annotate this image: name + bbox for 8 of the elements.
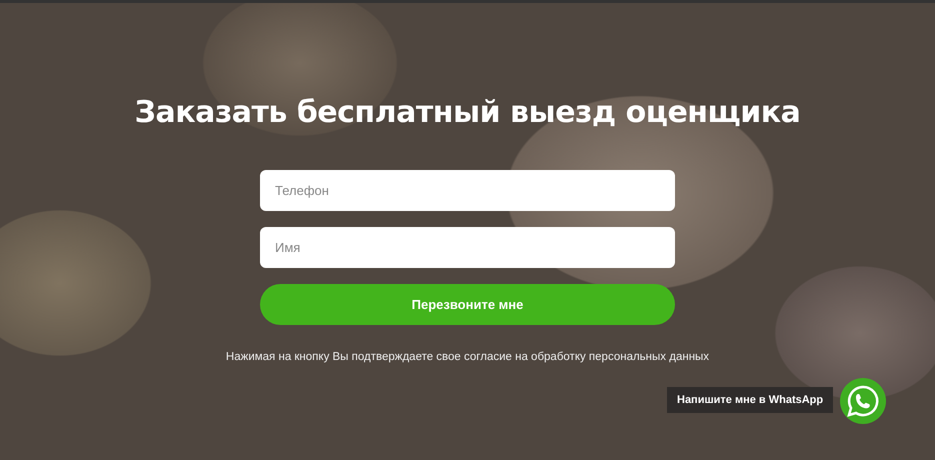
input-field[interactable]: Имя bbox=[260, 227, 675, 268]
chat-button[interactable] bbox=[840, 378, 886, 424]
consent-text: Нажимая на кнопку Вы подтверждаете свое согласие на обработку персональных данных bbox=[226, 351, 710, 363]
callback-button[interactable]: Перезвоните мне bbox=[260, 284, 675, 325]
form-heading: Заказать бесплатный выезд оценщика bbox=[134, 95, 800, 130]
input-field[interactable]: Телефон bbox=[260, 170, 675, 211]
phone-chat-icon bbox=[846, 384, 880, 418]
chat-tooltip: Напишите мне в WhatsApp bbox=[667, 387, 834, 413]
